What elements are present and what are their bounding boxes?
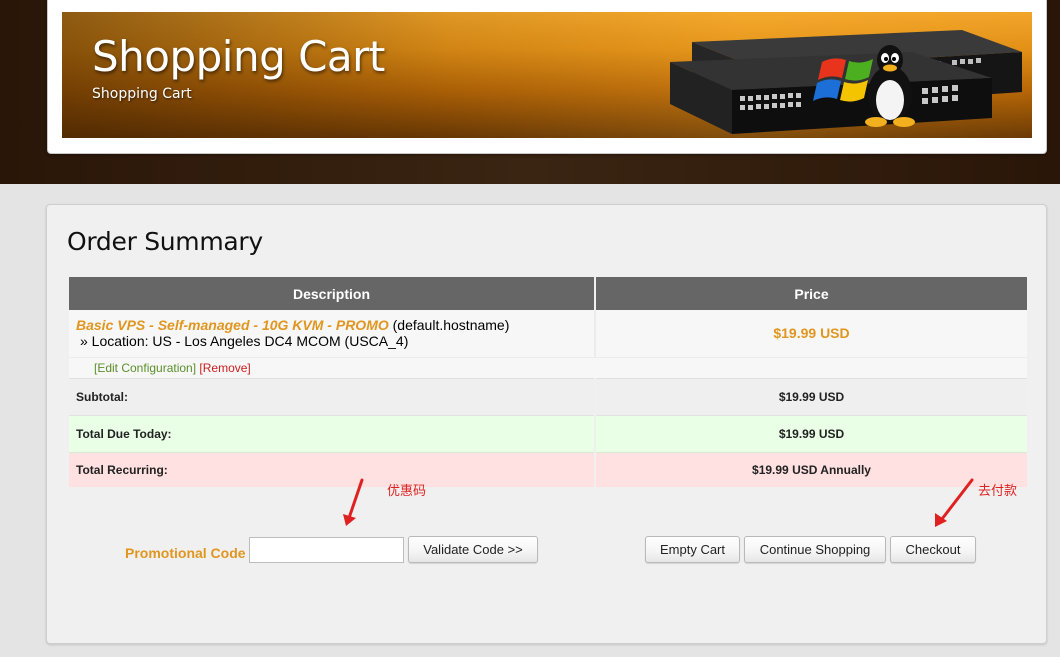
- total-due-row: Total Due Today: $19.99 USD: [69, 415, 1027, 453]
- order-summary-panel: Order Summary Description Price Basic VP…: [46, 204, 1047, 644]
- red-arrow-icon: [343, 478, 364, 526]
- product-description-cell: Basic VPS - Self-managed - 10G KVM - PRO…: [69, 310, 595, 358]
- subtotal-value: $19.99 USD: [594, 378, 1027, 416]
- product-name-main: Basic VPS - Self-managed: [76, 317, 250, 334]
- product-price-cell: $19.99 USD: [594, 310, 1027, 358]
- total-due-value: $19.99 USD: [594, 415, 1027, 453]
- banner-subtitle: Shopping Cart: [92, 86, 192, 102]
- cart-table: Description Price Basic VPS - Self-manag…: [69, 277, 1027, 487]
- validate-code-button[interactable]: Validate Code >>: [408, 536, 538, 563]
- edit-configuration-link[interactable]: [Edit Configuration]: [94, 361, 196, 375]
- product-name-promo: - 10G KVM - PROMO: [249, 317, 389, 334]
- order-summary-heading: Order Summary: [67, 227, 263, 256]
- promo-code-label: Promotional Code: [125, 545, 246, 561]
- subtotal-row: Subtotal: $19.99 USD: [69, 378, 1027, 416]
- column-header-price: Price: [595, 277, 1027, 310]
- item-actions-cell: [Edit Configuration] [Remove]: [69, 357, 1027, 379]
- total-recurring-row: Total Recurring: $19.99 USD Annually: [69, 452, 1027, 487]
- banner-title: Shopping Cart: [92, 32, 385, 81]
- network-switch-illustration: [670, 30, 1022, 134]
- product-name: Basic VPS - Self-managed - 10G KVM - PRO…: [76, 317, 389, 333]
- total-due-label: Total Due Today:: [69, 415, 595, 453]
- promo-annotation-text: 优惠码: [387, 484, 427, 499]
- checkout-annotation-text: 去付款: [978, 484, 1018, 499]
- product-price: $19.99 USD: [773, 325, 850, 342]
- table-row: [Edit Configuration] [Remove]: [69, 357, 1027, 379]
- checkout-button[interactable]: Checkout: [890, 536, 976, 563]
- table-header-row: Description Price: [69, 277, 1027, 310]
- total-recurring-label: Total Recurring:: [69, 452, 595, 487]
- product-location: » Location: US - Los Angeles DC4 MCOM (U…: [80, 333, 409, 350]
- remove-item-link[interactable]: [Remove]: [199, 361, 250, 375]
- promo-code-input[interactable]: [249, 537, 404, 563]
- table-row: Basic VPS - Self-managed - 10G KVM - PRO…: [69, 310, 1027, 358]
- continue-shopping-button[interactable]: Continue Shopping: [744, 536, 886, 563]
- subtotal-label: Subtotal:: [69, 378, 595, 416]
- column-header-description: Description: [69, 277, 596, 310]
- header-banner: Shopping Cart Shopping Cart: [62, 12, 1032, 138]
- red-arrow-icon: [935, 478, 974, 527]
- empty-cart-button[interactable]: Empty Cart: [645, 536, 740, 563]
- product-hostname: (default.hostname): [388, 317, 510, 334]
